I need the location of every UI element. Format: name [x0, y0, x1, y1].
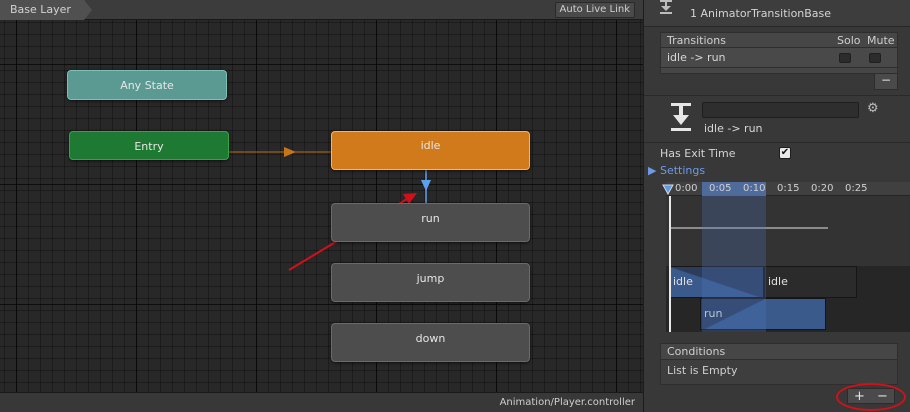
- mute-checkbox[interactable]: [869, 53, 881, 63]
- timeline-playhead[interactable]: [669, 196, 671, 332]
- timeline-transition-range[interactable]: [702, 196, 766, 332]
- ruler-tick: 0:25: [845, 183, 868, 194]
- playhead-marker-icon[interactable]: [662, 183, 676, 195]
- transitions-header-label: Transitions: [667, 34, 726, 47]
- transition-name-label: idle -> run: [704, 122, 763, 135]
- has-exit-time-checkbox[interactable]: ✔: [779, 147, 791, 159]
- graph-toolbar: Base Layer Auto Live Link: [0, 0, 643, 20]
- has-exit-time-label: Has Exit Time: [660, 147, 736, 160]
- conditions-body: List is Empty: [660, 360, 898, 385]
- animator-graph[interactable]: Base Layer Auto Live Link Any State Entr…: [0, 0, 643, 412]
- timeline-ruler[interactable]: 0:00 0:05 0:10 0:15 0:20 0:25: [662, 182, 910, 196]
- ruler-tick: 0:00: [675, 183, 698, 194]
- layer-breadcrumb[interactable]: Base Layer: [0, 0, 92, 20]
- divider: [644, 95, 910, 96]
- ruler-tick: 0:15: [777, 183, 800, 194]
- remove-transition-button[interactable]: −: [874, 74, 898, 90]
- transition-row[interactable]: idle -> run: [660, 48, 898, 68]
- state-jump[interactable]: jump: [331, 263, 530, 302]
- solo-checkbox[interactable]: [839, 53, 851, 63]
- gear-icon[interactable]: ⚙: [867, 101, 879, 116]
- clip-label: idle: [673, 275, 693, 288]
- conditions-header-label: Conditions: [667, 345, 726, 358]
- clip-label: idle: [768, 275, 788, 288]
- transition-row-label: idle -> run: [667, 51, 726, 64]
- add-condition-button[interactable]: +: [854, 389, 865, 404]
- ruler-tick: 0:05: [709, 183, 732, 194]
- state-entry[interactable]: Entry: [69, 131, 229, 160]
- auto-live-link-button[interactable]: Auto Live Link: [554, 2, 635, 18]
- controller-path: Animation/Player.controller: [499, 397, 635, 408]
- ruler-tick: 0:20: [811, 183, 834, 194]
- transitions-header: Transitions Solo Mute: [660, 32, 898, 48]
- transition-timeline[interactable]: idle idle run: [666, 196, 910, 332]
- divider: [644, 142, 910, 143]
- remove-condition-button[interactable]: −: [877, 389, 888, 404]
- state-label: Entry: [134, 140, 164, 153]
- transitions-list: Transitions Solo Mute idle -> run −: [660, 32, 898, 90]
- mute-column-label: Mute: [867, 34, 895, 47]
- state-label: down: [415, 332, 446, 345]
- state-run[interactable]: run: [331, 203, 530, 242]
- transition-icon: [660, 0, 672, 14]
- inspector-title: 1 AnimatorTransitionBase: [690, 7, 832, 20]
- settings-foldout[interactable]: ▶ Settings: [648, 164, 705, 177]
- state-label: jump: [416, 272, 445, 285]
- conditions-empty-text: List is Empty: [667, 364, 738, 377]
- solo-column-label: Solo: [837, 34, 861, 47]
- conditions-list: Conditions List is Empty: [660, 343, 898, 385]
- state-label: idle: [420, 139, 441, 152]
- ruler-tick: 0:10: [743, 183, 766, 194]
- inspector-header: 1 AnimatorTransitionBase: [644, 0, 910, 27]
- state-label: Any State: [120, 79, 174, 92]
- state-label: run: [421, 212, 440, 225]
- transitions-list-footer: [660, 68, 898, 74]
- graph-status-bar: Animation/Player.controller: [0, 392, 643, 412]
- transition-large-icon: [671, 103, 691, 131]
- clip-idle-next[interactable]: idle: [764, 266, 857, 298]
- conditions-footer: + −: [847, 388, 895, 404]
- state-idle[interactable]: idle: [331, 131, 530, 170]
- state-down[interactable]: down: [331, 323, 530, 362]
- inspector-panel: 1 AnimatorTransitionBase Transitions Sol…: [643, 0, 910, 412]
- transition-name-field[interactable]: [702, 102, 859, 118]
- conditions-header: Conditions: [660, 343, 898, 360]
- state-any-state[interactable]: Any State: [67, 70, 227, 100]
